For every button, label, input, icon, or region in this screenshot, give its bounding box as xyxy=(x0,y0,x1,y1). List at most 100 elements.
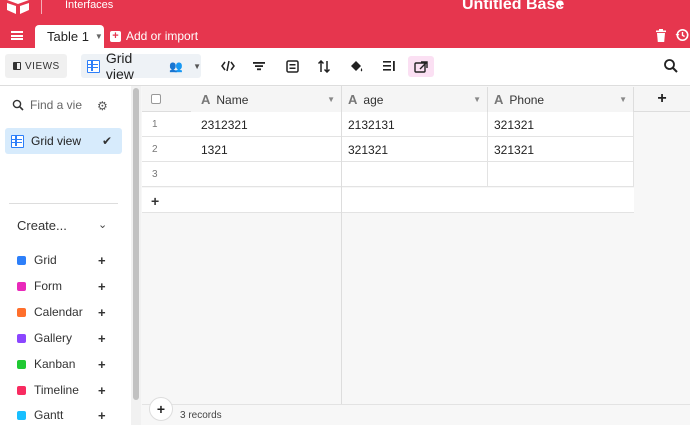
share-icon[interactable] xyxy=(408,56,434,77)
timeline-icon xyxy=(17,385,26,395)
view-switcher-button[interactable]: Grid view 👥 ▼ xyxy=(81,50,201,82)
create-view-header[interactable]: Create... xyxy=(17,218,67,233)
column-header-age[interactable]: A age ▼ xyxy=(342,87,488,112)
table-row[interactable]: 2 1321 321321 321321 xyxy=(142,137,634,162)
cell-age[interactable] xyxy=(342,162,488,187)
create-view-item-calendar[interactable]: Calendar + xyxy=(17,303,117,321)
tab-table-1[interactable]: Table 1 ▼ xyxy=(35,25,104,48)
text-field-icon: A xyxy=(201,92,211,107)
code-icon[interactable] xyxy=(218,56,238,76)
plus-icon[interactable]: + xyxy=(98,331,106,346)
cell-age[interactable]: 321321 xyxy=(342,137,488,162)
gallery-icon xyxy=(17,333,26,343)
plus-icon[interactable]: + xyxy=(98,408,106,423)
chevron-down-icon[interactable]: ▼ xyxy=(473,95,481,104)
add-field-button[interactable]: + xyxy=(634,87,690,112)
row-number: 3 xyxy=(152,169,158,180)
interfaces-tab[interactable]: Interfaces xyxy=(65,0,113,11)
text-field-icon: A xyxy=(348,92,358,107)
trash-icon[interactable] xyxy=(655,29,667,42)
column-header-phone[interactable]: A Phone ▼ xyxy=(488,87,634,112)
plus-icon[interactable]: + xyxy=(98,357,106,372)
sort-icon[interactable] xyxy=(314,56,334,76)
logo-icon[interactable] xyxy=(4,0,32,14)
top-divider xyxy=(41,0,42,14)
add-or-import-label: Add or import xyxy=(126,29,199,43)
tab-label: Table 1 xyxy=(47,29,89,44)
current-view-label: Grid view xyxy=(105,50,134,82)
frozen-column-divider xyxy=(341,86,342,425)
chevron-down-icon[interactable]: ⌄ xyxy=(98,218,107,231)
plus-icon[interactable]: + xyxy=(98,383,106,398)
cell-phone[interactable] xyxy=(488,162,634,187)
form-icon xyxy=(17,281,26,291)
create-view-label: Grid xyxy=(34,253,57,267)
tab-bar: Table 1 ▼ + Add or import xyxy=(0,22,690,48)
check-icon: ✔ xyxy=(101,134,112,148)
row-height-icon[interactable] xyxy=(379,56,399,76)
column-header-label: Phone xyxy=(509,92,545,107)
grid-icon xyxy=(87,59,100,73)
table-row[interactable]: 1 2312321 2132131 321321 xyxy=(142,112,634,137)
grid-icon xyxy=(17,255,26,265)
plus-icon[interactable]: + xyxy=(98,253,106,268)
color-icon[interactable] xyxy=(346,56,366,76)
sidebar-item-label: Grid view xyxy=(31,134,82,148)
create-view-item-gantt[interactable]: Gantt + xyxy=(17,406,117,424)
plus-icon[interactable]: + xyxy=(98,279,106,294)
sidebar-icon xyxy=(13,62,21,70)
create-view-item-timeline[interactable]: Timeline + xyxy=(17,381,117,399)
chevron-down-icon[interactable]: ▼ xyxy=(327,95,335,104)
chevron-down-icon[interactable]: ▼ xyxy=(95,32,103,41)
row-number: 2 xyxy=(152,144,158,155)
create-view-label: Form xyxy=(34,279,62,293)
record-count: 3 records xyxy=(180,410,222,421)
find-view-placeholder: Find a view xyxy=(30,98,82,112)
sidebar-item-grid-view[interactable]: Grid view ✔ xyxy=(5,128,122,154)
create-view-item-kanban[interactable]: Kanban + xyxy=(17,355,117,373)
plus-icon[interactable]: + xyxy=(98,305,106,320)
add-row-button[interactable]: + xyxy=(142,188,634,213)
plus-icon: + xyxy=(151,193,160,209)
column-header-name[interactable]: A Name ▼ xyxy=(191,87,342,112)
cell-phone[interactable]: 321321 xyxy=(488,112,634,137)
base-title[interactable]: Untitled Base xyxy=(462,0,564,14)
history-icon[interactable] xyxy=(675,28,689,42)
views-toggle-button[interactable]: VIEWS xyxy=(5,54,67,78)
gear-icon[interactable]: ⚙ xyxy=(97,99,108,113)
sidebar-divider xyxy=(9,203,118,204)
cell-name[interactable]: 2312321 xyxy=(191,112,342,137)
cell-name[interactable] xyxy=(191,162,342,187)
column-header-label: age xyxy=(363,92,384,107)
calendar-icon xyxy=(17,307,26,317)
sidebar-scrollbar-thumb[interactable] xyxy=(133,88,139,400)
create-view-item-grid[interactable]: Grid + xyxy=(17,251,117,269)
column-header-label: Name xyxy=(216,92,249,107)
text-field-icon: A xyxy=(494,92,504,107)
grid-icon xyxy=(11,134,24,148)
people-icon: 👥 xyxy=(169,60,184,73)
filter-icon[interactable] xyxy=(249,56,269,76)
chevron-down-icon: ▼ xyxy=(193,61,201,71)
search-icon[interactable] xyxy=(663,58,679,74)
cell-phone[interactable]: 321321 xyxy=(488,137,634,162)
cell-name[interactable]: 1321 xyxy=(191,137,342,162)
group-icon[interactable] xyxy=(282,56,302,76)
create-view-label: Gallery xyxy=(34,331,73,345)
create-view-label: Calendar xyxy=(34,305,83,319)
cell-age[interactable]: 2132131 xyxy=(342,112,488,137)
chevron-down-icon[interactable]: ▼ xyxy=(619,95,627,104)
create-view-label: Timeline xyxy=(34,383,79,397)
views-label: VIEWS xyxy=(25,60,60,72)
menu-icon[interactable] xyxy=(11,31,23,40)
create-view-label: Kanban xyxy=(34,357,76,371)
table-row[interactable]: 3 xyxy=(142,162,634,187)
chevron-down-icon[interactable]: ▼ xyxy=(556,0,565,9)
add-or-import-button[interactable]: + Add or import xyxy=(110,29,198,43)
create-view-item-gallery[interactable]: Gallery + xyxy=(17,329,117,347)
view-bar: VIEWS Grid view 👥 ▼ xyxy=(0,48,690,86)
add-record-button[interactable]: + xyxy=(149,397,173,421)
select-all-checkbox[interactable] xyxy=(151,94,161,104)
plus-icon: + xyxy=(110,30,121,42)
create-view-item-form[interactable]: Form + xyxy=(17,277,117,295)
